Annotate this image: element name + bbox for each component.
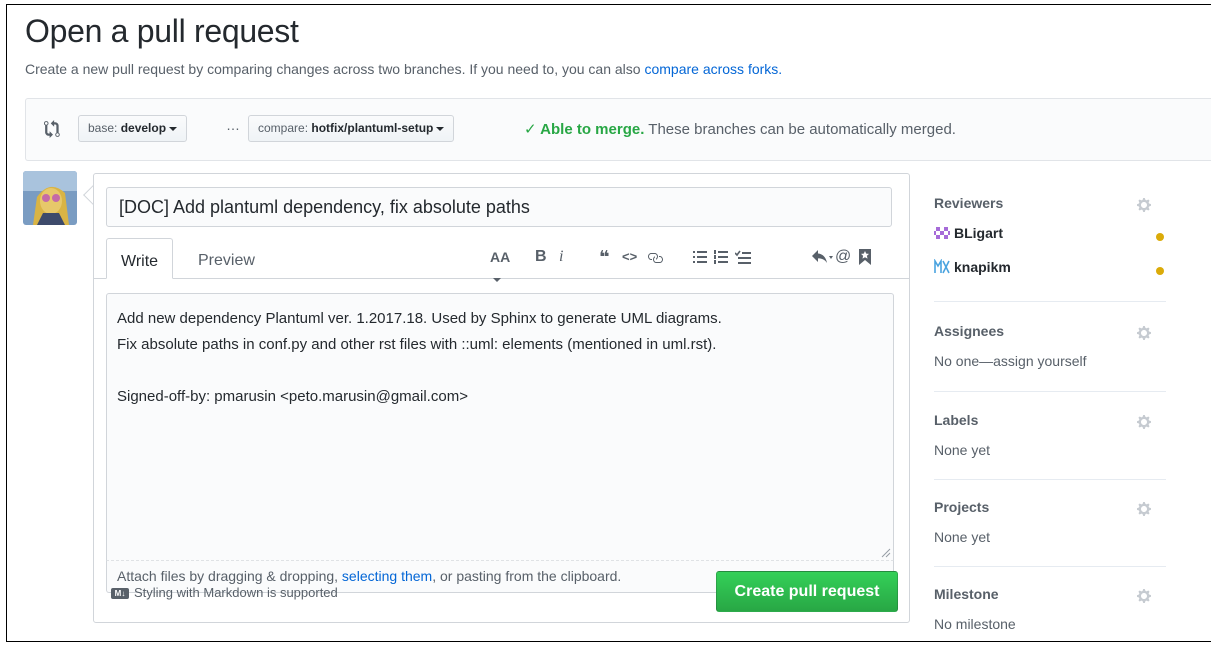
reviewer-name: BLigart: [954, 225, 1003, 241]
assignees-value[interactable]: No one—assign yourself: [934, 353, 1166, 369]
gear-icon[interactable]: [1136, 197, 1152, 213]
author-avatar[interactable]: [23, 171, 77, 225]
assignees-title: Assignees: [934, 323, 1005, 339]
projects-value: None yet: [934, 529, 991, 545]
reviewer-avatar: [934, 225, 950, 241]
pr-body-text: Add new dependency Plantuml ver. 1.2017.…: [117, 310, 722, 405]
chevron-down-icon: [493, 278, 501, 283]
milestone-title: Milestone: [934, 586, 999, 602]
sidebar-divider: [934, 566, 1166, 567]
page-subtitle: Create a new pull request by comparing c…: [25, 61, 782, 77]
tab-write[interactable]: Write: [106, 238, 174, 279]
reviewers-title: Reviewers: [934, 195, 1004, 211]
labels-section[interactable]: Labels None yet: [934, 412, 1166, 458]
compare-branch-name: hotfix/plantuml-setup: [311, 121, 434, 135]
text-size-label: AA: [490, 249, 511, 265]
sidebar-divider: [934, 391, 1166, 392]
gear-icon[interactable]: [1136, 325, 1152, 341]
bold-icon[interactable]: B: [535, 246, 547, 268]
merge-ok-text: ✓ Able to merge.: [524, 121, 645, 138]
avatar-image: [23, 171, 77, 225]
attach-suffix: , or pasting from the clipboard.: [432, 568, 622, 584]
pr-body-textarea[interactable]: Add new dependency Plantuml ver. 1.2017.…: [106, 293, 894, 561]
italic-icon[interactable]: i: [559, 246, 563, 268]
review-pending-status: [1156, 233, 1164, 241]
unordered-list-icon[interactable]: [693, 250, 707, 264]
markdown-note-text: Styling with Markdown is supported: [134, 585, 338, 600]
projects-section[interactable]: Projects None yet: [934, 499, 1166, 545]
milestone-section[interactable]: Milestone No milestone: [934, 586, 1166, 632]
base-branch-name: develop: [120, 121, 167, 135]
base-branch-select[interactable]: base: develop: [78, 115, 188, 142]
base-label: base:: [88, 121, 118, 135]
merge-status-text: These branches can be automatically merg…: [648, 121, 956, 138]
assignees-section[interactable]: Assignees No one—assign yourself: [934, 323, 1166, 369]
reviewers-section[interactable]: Reviewers BLigart knapikm: [934, 195, 1166, 275]
pr-title-input[interactable]: [106, 187, 892, 227]
labels-title: Labels: [934, 412, 979, 428]
page-frame: Open a pull request Create a new pull re…: [6, 4, 1211, 642]
milestone-value: No milestone: [934, 616, 1016, 632]
reply-icon[interactable]: [812, 250, 834, 264]
range-editor: base: develop … compare: hotfix/plantuml…: [25, 98, 1211, 161]
create-pull-request-button[interactable]: Create pull request: [716, 571, 898, 612]
quote-icon[interactable]: ❝: [599, 246, 610, 268]
gear-icon[interactable]: [1136, 588, 1152, 604]
markdown-icon: M↓: [111, 588, 129, 600]
review-pending-status: [1156, 267, 1164, 275]
labels-value: None yet: [934, 442, 991, 458]
gear-icon[interactable]: [1136, 414, 1152, 430]
reviewer-avatar: [934, 259, 950, 275]
reviewer-item[interactable]: BLigart: [934, 225, 1003, 241]
text-size-icon[interactable]: AA: [490, 246, 510, 290]
gear-icon[interactable]: [1136, 501, 1152, 517]
pr-composer: Write Preview AA B i ❝ <>: [93, 173, 910, 623]
compare-label: compare:: [258, 121, 309, 135]
sidebar-divider: [934, 479, 1166, 480]
link-icon[interactable]: [647, 250, 663, 264]
reviewer-item[interactable]: knapikm: [934, 259, 1011, 275]
tab-preview[interactable]: Preview: [184, 238, 269, 279]
sidebar-divider: [934, 301, 1166, 302]
subtitle-text: Create a new pull request by comparing c…: [25, 61, 641, 77]
compare-across-forks-link[interactable]: compare across forks.: [644, 61, 782, 77]
attach-prefix: Attach files by dragging & dropping,: [117, 568, 339, 584]
reviewer-name: knapikm: [954, 259, 1011, 275]
projects-title: Projects: [934, 499, 990, 515]
resize-handle-icon[interactable]: [881, 548, 891, 558]
compare-arrows-icon: [44, 120, 60, 138]
task-list-icon[interactable]: [735, 250, 751, 264]
ordered-list-icon[interactable]: [714, 250, 728, 264]
mention-icon[interactable]: @: [835, 246, 851, 268]
merge-status: ✓ Able to merge. These branches can be a…: [524, 120, 956, 138]
range-ellipsis: …: [226, 117, 241, 133]
chevron-down-icon: [436, 126, 445, 131]
code-icon[interactable]: <>: [622, 246, 637, 268]
page-title: Open a pull request: [25, 13, 299, 49]
chevron-down-icon: [169, 126, 178, 131]
bookmark-icon[interactable]: [859, 249, 871, 265]
selecting-them-link[interactable]: selecting them: [342, 568, 432, 584]
markdown-support-note[interactable]: M↓ Styling with Markdown is supported: [111, 585, 338, 600]
compare-branch-select[interactable]: compare: hotfix/plantuml-setup: [248, 115, 455, 142]
